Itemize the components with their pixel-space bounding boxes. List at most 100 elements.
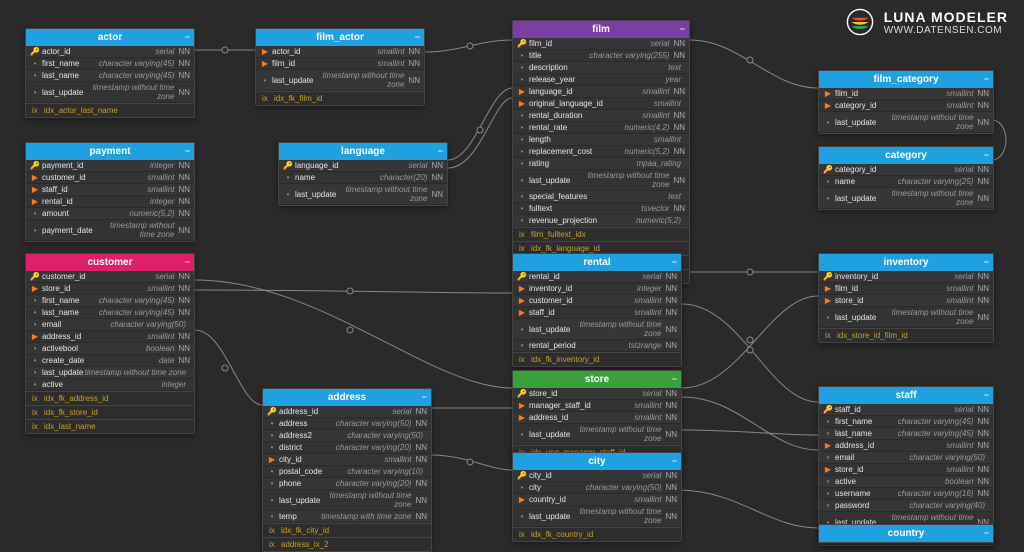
column-row[interactable]: • release_year year — [513, 74, 689, 86]
column-row[interactable]: ▶ store_id smallint NN — [819, 464, 993, 476]
column-row[interactable]: • special_features text — [513, 191, 689, 203]
erd-canvas[interactable]: LUNA MODELER WWW.DATENSEN.COM actor − 🔑 … — [0, 0, 1024, 534]
index-row[interactable]: ix idx_store_id_film_id — [819, 328, 993, 342]
column-row[interactable]: • length smallint — [513, 134, 689, 146]
table-rental[interactable]: rental − 🔑 rental_id serial NN ▶ invento… — [512, 253, 682, 367]
table-payment[interactable]: payment − 🔑 payment_id integer NN ▶ cust… — [25, 142, 195, 242]
column-row[interactable]: • amount numeric(5,2) NN — [26, 208, 194, 220]
column-row[interactable]: • last_name character varying(45) NN — [819, 428, 993, 440]
column-row[interactable]: • last_update timestamp without time zon… — [513, 424, 681, 445]
collapse-icon[interactable]: − — [415, 32, 420, 42]
table-header[interactable]: language − — [279, 143, 447, 160]
column-row[interactable]: • last_update timestamp without time zon… — [513, 506, 681, 527]
table-actor[interactable]: actor − 🔑 actor_id serial NN • first_nam… — [25, 28, 195, 118]
index-row[interactable]: ix idx_fk_country_id — [513, 527, 681, 541]
column-row[interactable]: 🔑 store_id serial NN — [513, 388, 681, 400]
collapse-icon[interactable]: − — [672, 456, 677, 466]
column-row[interactable]: • address2 character varying(50) — [263, 430, 431, 442]
column-row[interactable]: • district character varying(20) NN — [263, 442, 431, 454]
table-address[interactable]: address − 🔑 address_id serial NN • addre… — [262, 388, 432, 552]
column-row[interactable]: • last_update timestamp without time zon… — [26, 82, 194, 103]
collapse-icon[interactable]: − — [680, 24, 685, 34]
column-row[interactable]: • last_update timestamp without time zon… — [26, 367, 194, 379]
collapse-icon[interactable]: − — [984, 74, 989, 84]
column-row[interactable]: ▶ film_id smallint NN — [819, 283, 993, 295]
column-row[interactable]: • replacement_cost numeric(5,2) NN — [513, 146, 689, 158]
table-category[interactable]: category − 🔑 category_id serial NN • nam… — [818, 146, 994, 210]
column-row[interactable]: ▶ actor_id smallint NN — [256, 46, 424, 58]
column-row[interactable]: • phone character varying(20) NN — [263, 478, 431, 490]
column-row[interactable]: • active integer — [26, 379, 194, 391]
index-row[interactable]: ix film_fulltext_idx — [513, 227, 689, 241]
index-row[interactable]: ix idx_actor_last_name — [26, 103, 194, 117]
column-row[interactable]: ▶ category_id smallint NN — [819, 100, 993, 112]
table-header[interactable]: rental − — [513, 254, 681, 271]
collapse-icon[interactable]: − — [984, 257, 989, 267]
column-row[interactable]: ▶ customer_id smallint NN — [26, 172, 194, 184]
column-row[interactable]: ▶ address_id smallint NN — [819, 440, 993, 452]
table-customer[interactable]: customer − 🔑 customer_id serial NN ▶ sto… — [25, 253, 195, 434]
table-header[interactable]: film_actor − — [256, 29, 424, 46]
collapse-icon[interactable]: − — [672, 257, 677, 267]
column-row[interactable]: • last_update timestamp without time zon… — [819, 112, 993, 133]
column-row[interactable]: • last_update timestamp without time zon… — [256, 70, 424, 91]
column-row[interactable]: • name character varying(25) NN — [819, 176, 993, 188]
column-row[interactable]: • first_name character varying(45) NN — [26, 58, 194, 70]
column-row[interactable]: 🔑 rental_id serial NN — [513, 271, 681, 283]
column-row[interactable]: ▶ country_id smallint NN — [513, 494, 681, 506]
column-row[interactable]: • revenue_projection numeric(5,2) — [513, 215, 689, 227]
table-city[interactable]: city − 🔑 city_id serial NN • city charac… — [512, 452, 682, 542]
index-row[interactable]: ix idx_fk_inventory_id — [513, 352, 681, 366]
table-header[interactable]: film − — [513, 21, 689, 38]
column-row[interactable]: • rental_duration smallint NN — [513, 110, 689, 122]
column-row[interactable]: ▶ rental_id integer NN — [26, 196, 194, 208]
column-row[interactable]: • last_update timestamp without time zon… — [819, 188, 993, 209]
table-header[interactable]: payment − — [26, 143, 194, 160]
column-row[interactable]: ▶ staff_id smallint NN — [26, 184, 194, 196]
column-row[interactable]: • rating mpaa_rating — [513, 158, 689, 170]
column-row[interactable]: 🔑 category_id serial NN — [819, 164, 993, 176]
column-row[interactable]: • last_update timestamp without time zon… — [513, 170, 689, 191]
column-row[interactable]: 🔑 actor_id serial NN — [26, 46, 194, 58]
column-row[interactable]: ▶ city_id smallint NN — [263, 454, 431, 466]
collapse-icon[interactable]: − — [672, 374, 677, 384]
column-row[interactable]: ▶ customer_id smallint NN — [513, 295, 681, 307]
column-row[interactable]: • address character varying(50) NN — [263, 418, 431, 430]
column-row[interactable]: • rental_period tstzrange NN — [513, 340, 681, 352]
column-row[interactable]: • last_update timestamp without time zon… — [263, 490, 431, 511]
column-row[interactable]: • fulltext tsvector NN — [513, 203, 689, 215]
index-row[interactable]: ix idx_fk_store_id — [26, 405, 194, 419]
column-row[interactable]: • name character(20) NN — [279, 172, 447, 184]
table-header[interactable]: store − — [513, 371, 681, 388]
column-row[interactable]: 🔑 staff_id serial NN — [819, 404, 993, 416]
collapse-icon[interactable]: − — [185, 32, 190, 42]
column-row[interactable]: 🔑 language_id serial NN — [279, 160, 447, 172]
column-row[interactable]: ▶ manager_staff_id smallint NN — [513, 400, 681, 412]
table-header[interactable]: actor − — [26, 29, 194, 46]
collapse-icon[interactable]: − — [984, 528, 989, 538]
column-row[interactable]: ▶ film_id smallint NN — [256, 58, 424, 70]
column-row[interactable]: • last_name character varying(45) NN — [26, 70, 194, 82]
table-header[interactable]: customer − — [26, 254, 194, 271]
collapse-icon[interactable]: − — [438, 146, 443, 156]
table-header[interactable]: address − — [263, 389, 431, 406]
column-row[interactable]: 🔑 city_id serial NN — [513, 470, 681, 482]
column-row[interactable]: • title character varying(255) NN — [513, 50, 689, 62]
column-row[interactable]: • last_name character varying(45) NN — [26, 307, 194, 319]
column-row[interactable]: ▶ address_id smallint NN — [26, 331, 194, 343]
column-row[interactable]: • activebool boolean NN — [26, 343, 194, 355]
column-row[interactable]: • description text — [513, 62, 689, 74]
collapse-icon[interactable]: − — [984, 150, 989, 160]
collapse-icon[interactable]: − — [185, 257, 190, 267]
table-header[interactable]: staff − — [819, 387, 993, 404]
table-film[interactable]: film − 🔑 film_id serial NN • title chara… — [512, 20, 690, 284]
table-header[interactable]: film_category − — [819, 71, 993, 88]
column-row[interactable]: ▶ store_id smallint NN — [819, 295, 993, 307]
index-row[interactable]: ix idx_fk_film_id — [256, 91, 424, 105]
column-row[interactable]: 🔑 customer_id serial NN — [26, 271, 194, 283]
collapse-icon[interactable]: − — [984, 390, 989, 400]
column-row[interactable]: 🔑 film_id serial NN — [513, 38, 689, 50]
column-row[interactable]: ▶ inventory_id integer NN — [513, 283, 681, 295]
column-row[interactable]: • first_name character varying(45) NN — [819, 416, 993, 428]
column-row[interactable]: • password character varying(40) — [819, 500, 993, 512]
